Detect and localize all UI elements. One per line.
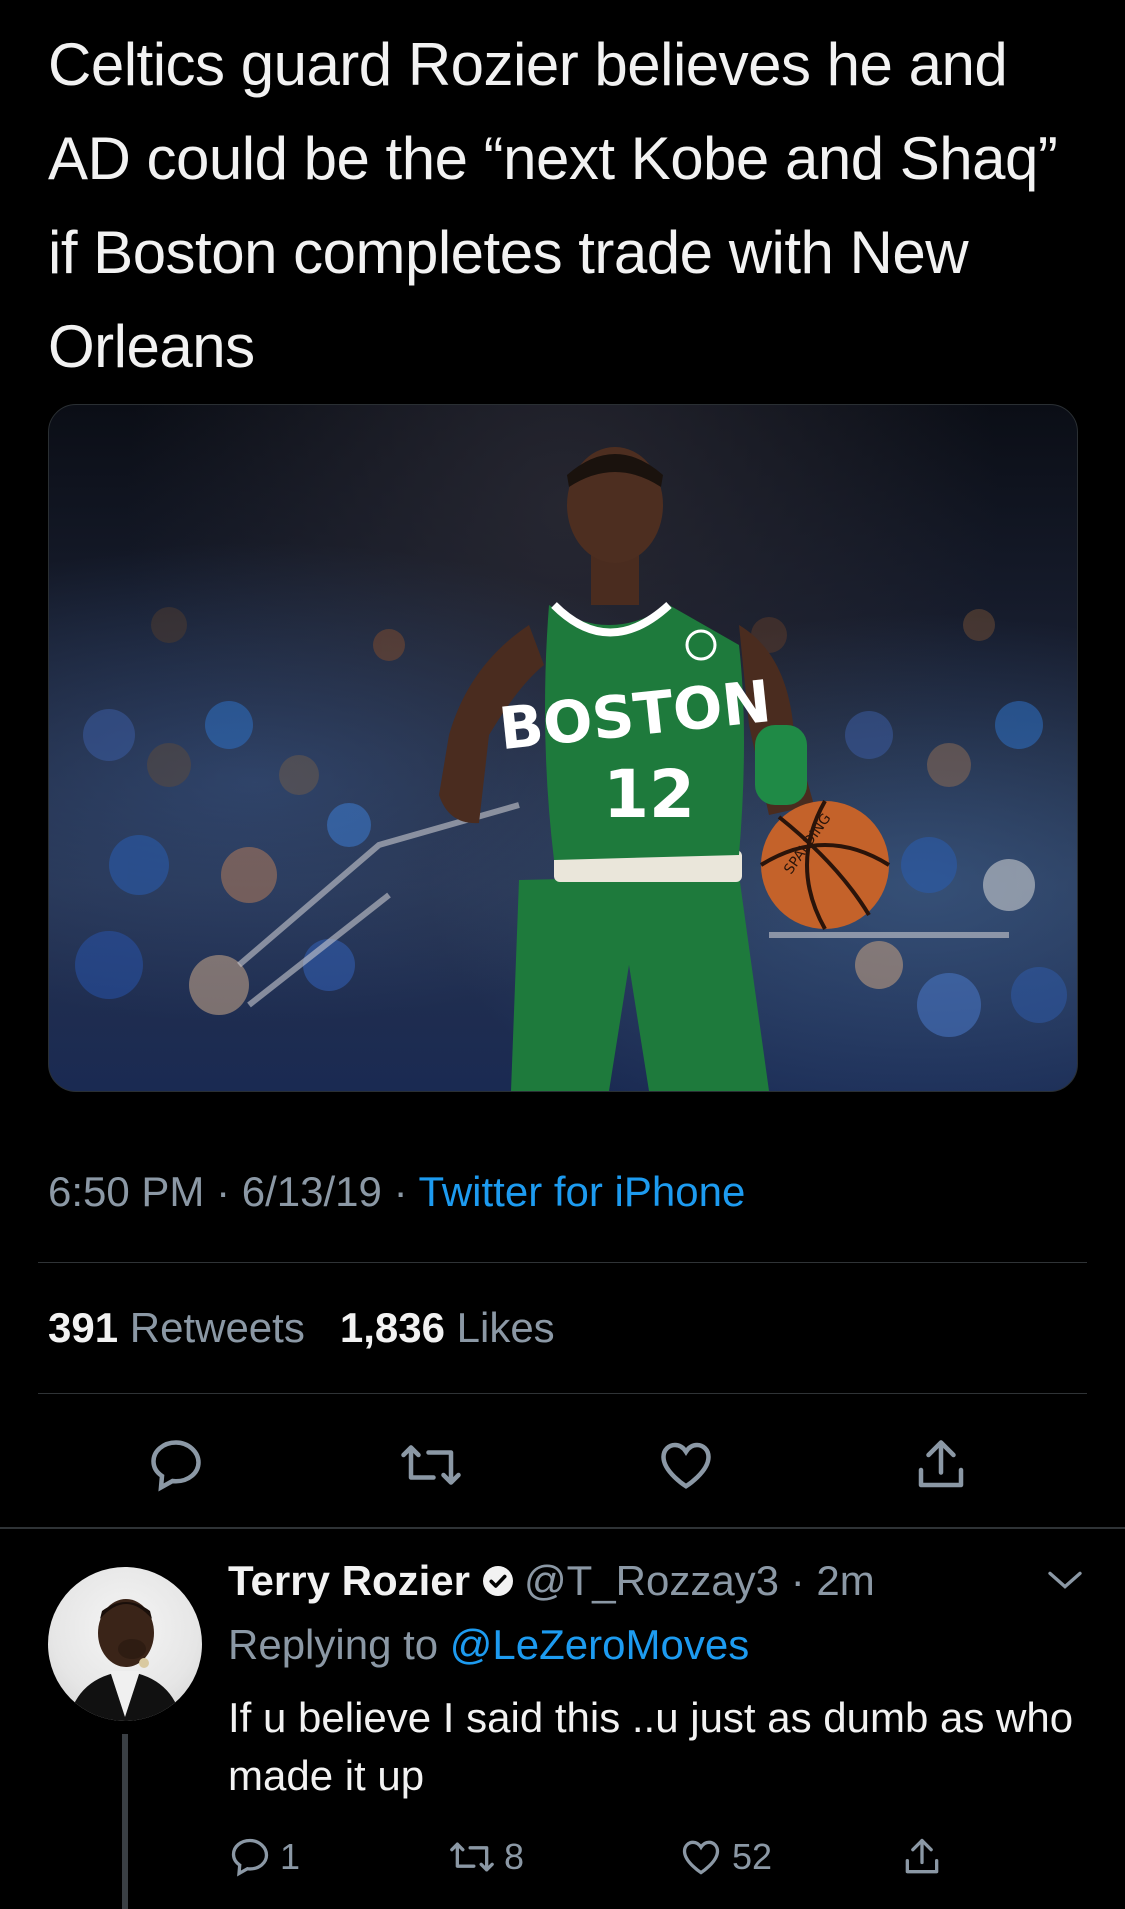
divider: [38, 1393, 1087, 1394]
divider: [38, 1262, 1087, 1263]
player-illustration: BOSTON 12 SPALDING: [75, 447, 1067, 1091]
likes-stat[interactable]: 1,836 Likes: [340, 1304, 555, 1351]
like-count: 52: [732, 1836, 773, 1877]
likes-label: Likes: [456, 1304, 555, 1351]
reply-header: Terry Rozier @T_Rozzay3 · 2m: [228, 1557, 875, 1605]
jersey-number: 12: [603, 756, 695, 833]
tweet-headline: Celtics guard Rozier believes he and AD …: [48, 31, 1058, 380]
retweet-count: 8: [504, 1836, 525, 1877]
reply-time: 2m: [816, 1557, 875, 1604]
reply-action-bar: 1 8 52: [228, 1835, 1028, 1891]
chevron-down-icon: [1048, 1571, 1082, 1589]
tweet-date: 6/13/19: [241, 1168, 382, 1215]
share-icon: [905, 1838, 939, 1874]
avatar[interactable]: [48, 1567, 202, 1721]
meta-separator: ·: [216, 1168, 231, 1215]
share-button[interactable]: [901, 1425, 981, 1505]
thread-line: [122, 1734, 128, 1909]
tweet-time: 6:50 PM: [48, 1168, 205, 1215]
replying-to: Replying to @LeZeroMoves: [228, 1621, 749, 1669]
retweet-button[interactable]: [391, 1425, 471, 1505]
replying-prefix: Replying to: [228, 1621, 439, 1668]
like-icon: [682, 1840, 720, 1875]
like-icon: [661, 1442, 711, 1489]
reply-icon: [231, 1838, 269, 1877]
tweet-action-bar: [0, 1425, 1125, 1505]
retweet-icon: [401, 1445, 461, 1485]
reply-tweet[interactable]: Terry Rozier @T_Rozzay3 · 2m Replying to …: [0, 1527, 1125, 1909]
avatar-image: [68, 1599, 182, 1721]
tweet-stats: 391 Retweets 1,836 Likes: [48, 1304, 555, 1352]
retweets-label: Retweets: [129, 1304, 305, 1351]
tweet-photo[interactable]: BOSTON 12 SPALDING: [48, 404, 1078, 1092]
meta-separator: ·: [790, 1557, 805, 1604]
reply-count: 1: [280, 1836, 301, 1877]
retweet-icon: [450, 1842, 494, 1872]
author-name[interactable]: Terry Rozier: [228, 1557, 470, 1604]
reply-like-button[interactable]: 52: [678, 1835, 772, 1879]
replying-to-handle[interactable]: @LeZeroMoves: [450, 1621, 749, 1668]
author-handle[interactable]: @T_Rozzay3: [524, 1557, 779, 1604]
reply-retweet-button[interactable]: 8: [448, 1835, 524, 1879]
reply-reply-button[interactable]: 1: [228, 1835, 300, 1879]
more-options-button[interactable]: [1045, 1565, 1085, 1600]
tweet-meta: 6:50 PM · 6/13/19 · Twitter for iPhone: [48, 1168, 745, 1216]
retweets-count: 391: [48, 1304, 119, 1351]
like-button[interactable]: [646, 1425, 726, 1505]
share-icon: [918, 1440, 964, 1488]
retweets-stat[interactable]: 391 Retweets: [48, 1304, 305, 1351]
verified-icon: [482, 1566, 513, 1596]
tweet-source-link[interactable]: Twitter for iPhone: [419, 1168, 746, 1215]
likes-count: 1,836: [339, 1304, 445, 1351]
reply-share-button[interactable]: [900, 1835, 944, 1879]
reply-icon: [151, 1440, 201, 1492]
reply-text: If u believe I said this ..u just as dum…: [228, 1694, 1074, 1799]
reply-button[interactable]: [136, 1425, 216, 1505]
meta-separator: ·: [393, 1168, 408, 1215]
